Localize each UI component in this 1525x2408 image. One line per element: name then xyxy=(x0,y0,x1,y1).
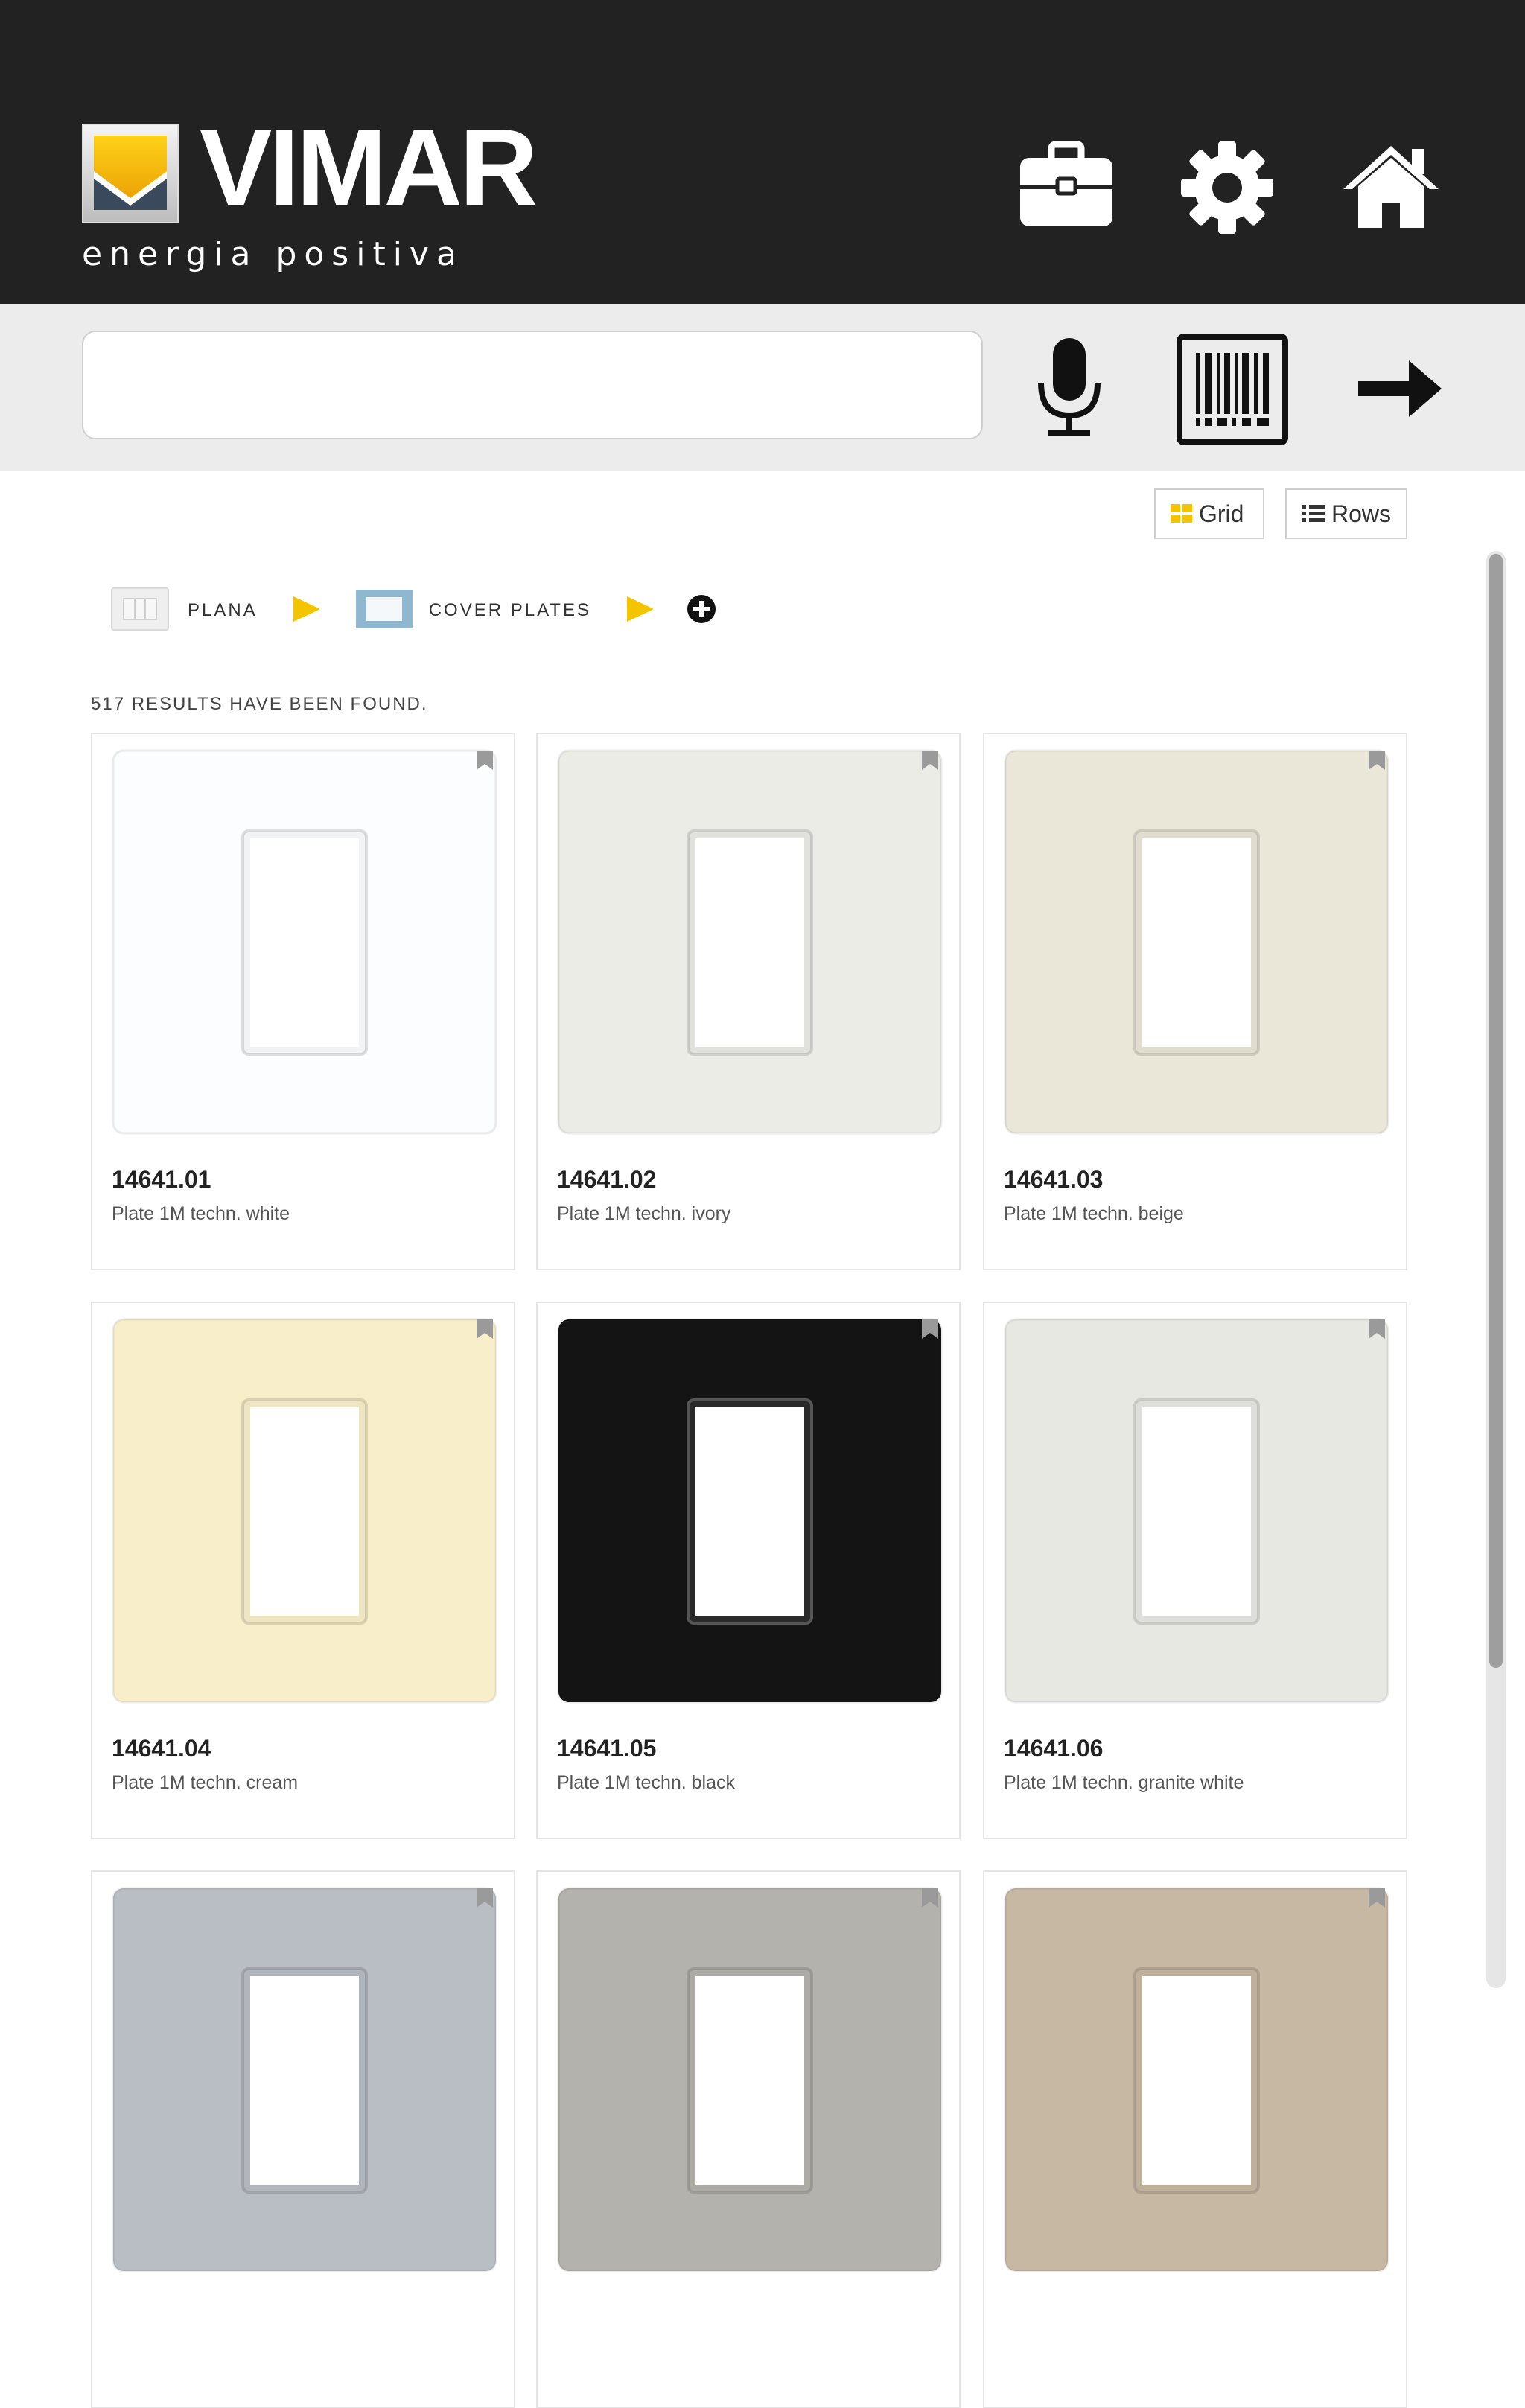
bookmark-icon[interactable] xyxy=(475,1887,494,1913)
triangle-right-icon xyxy=(292,595,322,627)
breadcrumb-item-plana[interactable]: PLANA xyxy=(188,600,258,621)
logo-emblem xyxy=(82,124,179,223)
product-code: 14641.05 xyxy=(557,1735,657,1762)
product-description: Plate 1M techn. white xyxy=(112,1203,290,1224)
bookmark-icon[interactable] xyxy=(1367,1887,1386,1913)
product-code: 14641.03 xyxy=(1004,1166,1104,1193)
product-code: 14641.04 xyxy=(112,1735,211,1762)
briefcase-icon[interactable] xyxy=(1019,141,1114,235)
brand-name: VIMAR xyxy=(200,106,538,228)
product-card[interactable] xyxy=(536,1870,961,2408)
bookmark-icon[interactable] xyxy=(920,749,940,775)
product-card[interactable]: 14641.05 Plate 1M techn. black xyxy=(536,1302,961,1839)
plana-thumbnail[interactable] xyxy=(110,587,170,635)
bookmark-icon[interactable] xyxy=(475,749,494,775)
rows-view-label: Rows xyxy=(1331,500,1392,527)
product-code: 14641.06 xyxy=(1004,1735,1104,1762)
triangle-right-icon xyxy=(625,595,655,627)
product-image[interactable] xyxy=(557,1887,943,2272)
product-card[interactable]: 14641.06 Plate 1M techn. granite white xyxy=(983,1302,1407,1839)
product-description: Plate 1M techn. granite white xyxy=(1004,1772,1244,1793)
product-card[interactable] xyxy=(91,1870,515,2408)
rows-view-button[interactable]: Rows xyxy=(1285,488,1407,539)
bookmark-icon[interactable] xyxy=(920,1887,940,1913)
product-image[interactable] xyxy=(1004,749,1389,1135)
product-card[interactable]: 14641.04 Plate 1M techn. cream xyxy=(91,1302,515,1839)
product-code: 14641.02 xyxy=(557,1166,657,1193)
app-header: VIMAR energia positiva xyxy=(0,0,1525,304)
bookmark-icon[interactable] xyxy=(475,1318,494,1344)
grid-view-label: Grid xyxy=(1199,500,1244,527)
scrollbar-thumb[interactable] xyxy=(1489,554,1503,1668)
cover-plates-thumbnail[interactable] xyxy=(354,588,414,634)
results-count: 517 RESULTS HAVE BEEN FOUND. xyxy=(91,694,428,714)
barcode-icon[interactable] xyxy=(1177,334,1288,449)
grid-icon xyxy=(1171,504,1193,523)
bookmark-icon[interactable] xyxy=(1367,1318,1386,1344)
bookmark-icon[interactable] xyxy=(920,1318,940,1344)
arrow-right-icon[interactable] xyxy=(1355,357,1445,424)
search-input[interactable] xyxy=(82,331,983,439)
product-description: Plate 1M techn. cream xyxy=(112,1772,299,1793)
microphone-icon[interactable] xyxy=(1032,335,1107,445)
grid-view-button[interactable]: Grid xyxy=(1154,488,1264,539)
product-description: Plate 1M techn. beige xyxy=(1004,1203,1184,1224)
product-card[interactable]: 14641.02 Plate 1M techn. ivory xyxy=(536,733,961,1270)
product-image[interactable] xyxy=(557,1318,943,1704)
product-image[interactable] xyxy=(112,1887,497,2272)
product-image[interactable] xyxy=(112,749,497,1135)
add-filter-icon[interactable] xyxy=(687,594,716,628)
bookmark-icon[interactable] xyxy=(1367,749,1386,775)
breadcrumb-item-cover-plates[interactable]: COVER PLATES xyxy=(429,600,591,621)
brand-tagline: energia positiva xyxy=(82,235,464,273)
product-description: Plate 1M techn. black xyxy=(557,1772,736,1793)
product-code: 14641.01 xyxy=(112,1166,211,1193)
product-card[interactable] xyxy=(983,1870,1407,2408)
list-icon xyxy=(1302,504,1325,523)
product-image[interactable] xyxy=(557,749,943,1135)
product-card[interactable]: 14641.01 Plate 1M techn. white xyxy=(91,733,515,1270)
gear-icon[interactable] xyxy=(1181,141,1273,238)
product-card[interactable]: 14641.03 Plate 1M techn. beige xyxy=(983,733,1407,1270)
product-image[interactable] xyxy=(1004,1887,1389,2272)
product-image[interactable] xyxy=(112,1318,497,1704)
breadcrumb: PLANA COVER PLATES xyxy=(110,587,716,635)
product-description: Plate 1M techn. ivory xyxy=(557,1203,731,1224)
home-icon[interactable] xyxy=(1340,141,1442,235)
product-image[interactable] xyxy=(1004,1318,1389,1704)
